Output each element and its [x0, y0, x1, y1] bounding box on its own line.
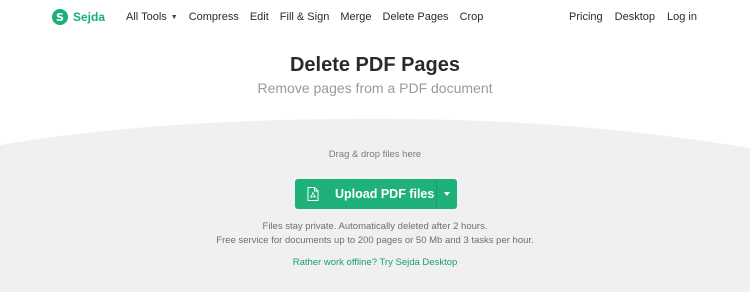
upload-pdf-button-group: Upload PDF files — [295, 179, 457, 209]
upload-options-dropdown[interactable] — [437, 179, 457, 209]
nav-edit[interactable]: Edit — [250, 11, 269, 23]
privacy-note: Files stay private. Automatically delete… — [262, 221, 488, 232]
try-sejda-desktop-link[interactable]: Rather work offline? Try Sejda Desktop — [293, 257, 458, 268]
limits-note: Free service for documents up to 200 pag… — [216, 235, 534, 246]
nav-tools: All Tools ▼ Compress Edit Fill & Sign Mer… — [126, 11, 483, 23]
caret-down-icon — [444, 192, 451, 196]
pdf-file-icon — [307, 187, 319, 201]
background-wave — [0, 118, 750, 292]
upload-pdf-button[interactable]: Upload PDF files — [295, 179, 436, 209]
nav-merge[interactable]: Merge — [340, 11, 371, 23]
nav-fill-sign[interactable]: Fill & Sign — [280, 11, 330, 23]
page-subtitle: Remove pages from a PDF document — [257, 80, 493, 96]
top-navigation: S Sejda All Tools ▼ Compress Edit Fill & … — [0, 0, 750, 36]
offline-promo: Rather work offline? Try Sejda Desktop — [0, 257, 750, 268]
nav-log-in[interactable]: Log in — [667, 11, 697, 23]
nav-account: Pricing Desktop Log in — [569, 11, 697, 23]
nav-crop[interactable]: Crop — [460, 11, 484, 23]
nav-pricing[interactable]: Pricing — [569, 11, 603, 23]
nav-delete-pages[interactable]: Delete Pages — [383, 11, 449, 23]
page: S Sejda All Tools ▼ Compress Edit Fill & … — [0, 0, 750, 292]
page-title: Delete PDF Pages — [289, 54, 461, 76]
nav-compress[interactable]: Compress — [189, 11, 239, 23]
chevron-down-icon: ▼ — [170, 14, 178, 21]
sejda-logo-icon: S — [52, 9, 68, 25]
sejda-logo[interactable]: S Sejda — [52, 9, 105, 25]
upload-button-label: Upload PDF files — [335, 187, 435, 201]
drag-drop-hint: Drag & drop files here — [328, 149, 422, 160]
nav-desktop[interactable]: Desktop — [615, 11, 655, 23]
brand-name: Sejda — [73, 10, 106, 24]
nav-all-tools[interactable]: All Tools ▼ — [126, 11, 178, 23]
